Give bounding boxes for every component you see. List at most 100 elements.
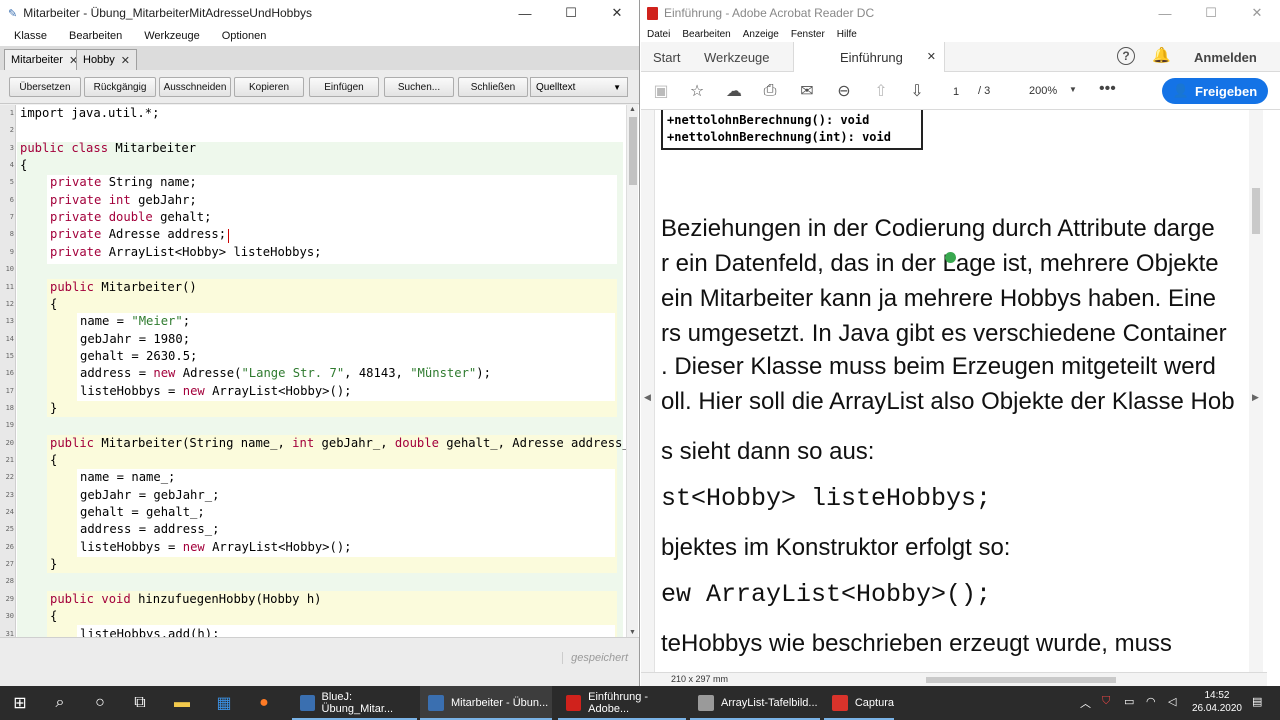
scroll-down-icon[interactable]: ▼ <box>629 629 636 636</box>
page-number-input[interactable]: 1 <box>943 81 969 101</box>
menu-item[interactable]: Anzeige <box>743 29 779 40</box>
mail-icon[interactable]: ✉ <box>797 81 817 101</box>
close-icon[interactable]: ✕ <box>1234 0 1280 26</box>
undo-button[interactable]: Rückgängig <box>84 77 156 97</box>
zoom-level[interactable]: 200% <box>1029 85 1057 97</box>
code-text: name = <box>80 314 132 329</box>
taskbar-app-button[interactable]: BlueJ: Übung_Mitar... <box>292 686 417 720</box>
menu-item[interactable]: Fenster <box>791 29 825 40</box>
taskbar-app-button[interactable]: Captura <box>824 686 894 720</box>
page-up-icon[interactable]: ⇧ <box>871 81 891 101</box>
taskbar-app-button[interactable]: Einführung - Adobe... <box>558 686 686 720</box>
bluej-tabbar: Mitarbeiter ✕ Hobby ✕ <box>0 46 639 70</box>
tab-document[interactable]: Einführung ✕ <box>793 42 945 73</box>
tab-tools[interactable]: Werkzeuge <box>704 50 770 65</box>
app-icon <box>698 695 714 711</box>
line-number: 14 <box>5 334 14 343</box>
line-number: 1 <box>9 109 14 117</box>
editor-scrollbar[interactable]: ▲ ▼ <box>626 105 638 637</box>
volume-icon[interactable]: ◁ <box>1168 695 1176 708</box>
maximize-icon[interactable]: ☐ <box>1188 0 1234 26</box>
left-panel-toggle[interactable]: ◀ <box>641 110 655 672</box>
calendar-icon[interactable]: ▦ <box>204 686 244 720</box>
presenter-pointer <box>945 252 956 263</box>
paste-button[interactable]: Einfügen <box>309 77 379 97</box>
menu-item[interactable]: Optionen <box>222 30 267 42</box>
taskbar-app-button[interactable]: ArrayList-Tafelbild... <box>690 686 820 720</box>
print-icon[interactable]: ⎙ <box>760 81 780 101</box>
tray-overflow-icon[interactable]: ︿ <box>1080 695 1091 711</box>
pdf-text-line: bjektes im Konstruktor erfolgt so: <box>661 534 1011 561</box>
task-view-icon[interactable]: ⧉ <box>120 686 160 720</box>
pdf-scrollbar[interactable]: ▶ <box>1249 110 1263 672</box>
menu-item[interactable]: Klasse <box>14 30 47 42</box>
copy-button[interactable]: Kopieren <box>234 77 304 97</box>
code-line: import java.util.*; <box>20 105 159 122</box>
taskbar-app-button[interactable]: Mitarbeiter - Übun... <box>420 686 552 720</box>
view-select[interactable]: Quelltext ▼ <box>530 77 628 97</box>
bell-icon[interactable]: 🔔 <box>1152 46 1171 64</box>
code-text: { <box>20 158 28 173</box>
menu-item[interactable]: Datei <box>647 29 670 40</box>
line-number: 20 <box>5 438 14 447</box>
menu-item[interactable]: Bearbeiten <box>69 30 122 42</box>
tab-start[interactable]: Start <box>653 50 680 65</box>
code-text: ); <box>476 366 491 381</box>
search-icon[interactable]: ⌕ <box>40 686 80 720</box>
minimize-icon[interactable]: — <box>502 0 548 26</box>
code-editor[interactable]: 1 2 3 4 5 6 7 8 9 10 11 12 13 14 15 16 17 18 19 20 21 22 23 24 2… <box>0 105 639 638</box>
save-icon[interactable]: ▣ <box>651 81 671 101</box>
shield-icon[interactable]: ⛉ <box>1102 695 1110 708</box>
scroll-up-icon[interactable]: ▲ <box>629 106 636 113</box>
compile-button[interactable]: Übersetzen <box>9 77 81 97</box>
notifications-icon[interactable]: ▤ <box>1252 695 1262 708</box>
pdf-text-line: ew ArrayList<Hobby>(); <box>661 580 992 609</box>
signin-link[interactable]: Anmelden <box>1194 50 1257 65</box>
page-down-icon[interactable]: ⇩ <box>907 81 927 101</box>
firefox-icon[interactable]: ● <box>244 686 284 720</box>
chevron-down-icon[interactable]: ▼ <box>1069 85 1077 94</box>
battery-icon[interactable]: ▭ <box>1124 695 1134 708</box>
scrollbar-thumb[interactable] <box>629 117 637 185</box>
menu-item[interactable]: Bearbeiten <box>682 29 730 40</box>
tab-mitarbeiter[interactable]: Mitarbeiter ✕ <box>4 49 86 70</box>
star-icon[interactable]: ☆ <box>687 81 707 101</box>
close-icon[interactable]: ✕ <box>594 0 639 26</box>
cut-button[interactable]: Ausschneiden <box>159 77 231 97</box>
menu-item[interactable]: Hilfe <box>837 29 857 40</box>
file-explorer-icon[interactable]: ▬ <box>162 686 202 720</box>
close-tab-icon[interactable]: ✕ <box>927 50 936 63</box>
close-button[interactable]: Schließen <box>458 77 528 97</box>
code-text: listeHobbys.add(h); <box>80 626 220 638</box>
more-icon[interactable]: ••• <box>1099 80 1116 98</box>
code-line: private String name; <box>50 174 197 191</box>
wifi-icon[interactable]: ◠ <box>1146 695 1156 708</box>
scrollbar-thumb[interactable] <box>1252 188 1260 234</box>
horizontal-scrollbar[interactable] <box>926 677 1116 683</box>
minimize-icon[interactable]: — <box>1142 0 1188 26</box>
line-number: 25 <box>5 525 14 534</box>
share-button[interactable]: 👤 Freigeben <box>1162 78 1268 104</box>
code-keyword: double <box>394 435 447 450</box>
cortana-icon[interactable]: ○ <box>80 686 120 720</box>
zoom-out-icon[interactable]: ⊖ <box>834 81 854 101</box>
code-text: listeHobbys = <box>80 383 183 398</box>
menu-item[interactable]: Werkzeuge <box>144 30 199 42</box>
code-string: "Münster" <box>410 366 477 381</box>
bluej-menubar: Klasse Bearbeiten Werkzeuge Optionen <box>0 26 639 46</box>
system-clock[interactable]: 14:52 26.04.2020 <box>1192 689 1242 715</box>
windows-start-icon[interactable]: ⊞ <box>0 686 40 720</box>
maximize-icon[interactable]: ☐ <box>548 0 594 26</box>
line-number: 12 <box>5 299 14 308</box>
find-button[interactable]: Suchen... <box>384 77 454 97</box>
line-number: 16 <box>5 369 14 378</box>
taskbar-app-label: Captura <box>854 697 894 709</box>
pdf-text-line: ein Mitarbeiter kann ja mehrere Hobbys h… <box>661 285 1216 312</box>
code-keyword: int <box>292 435 322 450</box>
right-panel-toggle[interactable]: ▶ <box>1252 392 1259 403</box>
pdf-document-view[interactable]: +nettolohnBerechnung(): void +nettolohnB… <box>641 110 1267 672</box>
tab-hobby[interactable]: Hobby ✕ <box>76 49 138 70</box>
upload-cloud-icon[interactable]: ☁ <box>724 81 744 101</box>
help-icon[interactable]: ? <box>1117 47 1135 65</box>
close-tab-icon[interactable]: ✕ <box>121 54 130 67</box>
